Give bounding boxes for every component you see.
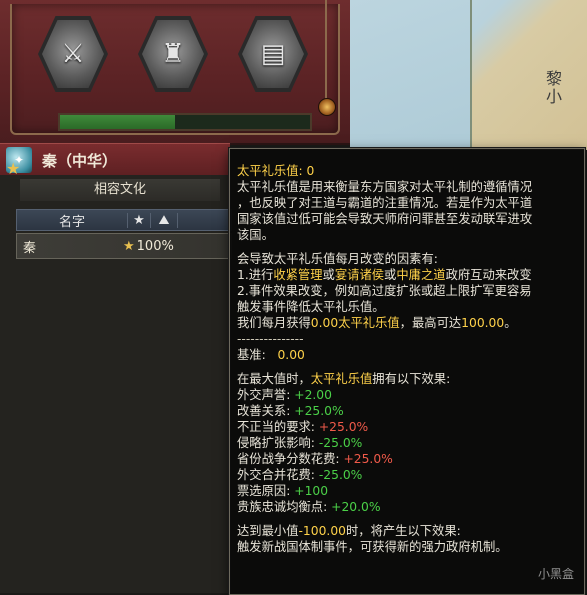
- effect-row: 省份战争分数花费: +25.0%: [237, 452, 393, 466]
- knob-icon[interactable]: [318, 98, 336, 116]
- table-header: 名字 ★ ⛰: [16, 209, 232, 231]
- star-icon: ★: [123, 238, 135, 254]
- factor-1: 1.进行收紧管理或宴请诸侯或中庸之道政府互动来改变: [237, 268, 532, 282]
- tooltip-desc-line: ，也反映了对王道与霸道的注重情况。若是作为太平道: [237, 196, 533, 210]
- star-icon[interactable]: ★: [127, 212, 151, 228]
- progress-fill: [60, 115, 175, 129]
- percent-value: 100%: [136, 238, 174, 254]
- chart-icon[interactable]: ⛰: [151, 212, 178, 228]
- base-value: 基准: 0.00: [237, 348, 305, 362]
- table-row[interactable]: 秦 ★ 100%: [16, 233, 232, 259]
- separator: ---------------: [237, 332, 304, 346]
- world-map[interactable]: 黎小: [350, 0, 587, 150]
- factor-2-line: 2.事件效果改变，例如高过度扩张或超上限扩军更容易: [237, 284, 532, 298]
- culture-title: 相容文化: [20, 179, 220, 201]
- progress-bar: [58, 113, 312, 131]
- min-effect: 触发新战国体制事件，可获得新的强力政府机制。: [237, 540, 508, 554]
- effect-row: 改善关系: +25.0%: [237, 404, 344, 418]
- interaction-tighten: 收紧管理: [273, 268, 323, 282]
- effect-row: 票选原因: +100: [237, 484, 329, 498]
- tooltip-desc-line: 该国。: [237, 228, 274, 242]
- factor-2-line: 触发事件降低太平礼乐值。: [237, 300, 385, 314]
- tooltip-desc-line: 太平礼乐值是用来衡量东方国家对太平礼制的遵循情况: [237, 180, 533, 194]
- min-header: 达到最小值-100.00时，将产生以下效果:: [237, 524, 461, 538]
- watermark: 小黑盒: [537, 567, 574, 581]
- factors-header: 会导致太平礼乐值每月改变的因素有:: [237, 252, 438, 266]
- culture-panel: 相容文化 名字 ★ ⛰ 秦 ★ 100%: [0, 175, 232, 593]
- top-ideas-panel: ⚔ ♜ ▤: [0, 0, 350, 145]
- effect-row: 外交声誉: +2.00: [237, 388, 332, 402]
- map-label: 黎小: [543, 70, 562, 106]
- effect-row: 不正当的要求: +25.0%: [237, 420, 369, 434]
- monthly-change: 我们每月获得0.00太平礼乐值，最高可达100.00。: [237, 316, 517, 330]
- interaction-middle-way: 中庸之道: [396, 268, 446, 282]
- effect-row: 侵略扩张影响: -25.0%: [237, 436, 363, 450]
- tooltip-desc-line: 国家该值过低可能会导致天师府问罪甚至发动联军进攻: [237, 212, 533, 226]
- effect-row: 贵族忠诚均衡点: +20.0%: [237, 500, 381, 514]
- map-sea: [350, 0, 472, 150]
- tooltip-title: 太平礼乐值: 0: [237, 164, 315, 178]
- frame-divider: [325, 0, 327, 100]
- tooltip: 太平礼乐值: 0 太平礼乐值是用来衡量东方国家对太平礼制的遵循情况 ，也反映了对…: [229, 148, 585, 595]
- interaction-feast: 宴请诸侯: [334, 268, 385, 282]
- culture-percent: ★ 100%: [123, 239, 174, 254]
- country-name: 秦（中华）: [42, 151, 118, 170]
- culture-name: 秦: [23, 240, 37, 256]
- max-header: 在最大值时，太平礼乐值拥有以下效果:: [237, 372, 451, 386]
- column-name-header[interactable]: 名字: [17, 211, 127, 230]
- country-header: ✦ 秦（中华）: [0, 143, 230, 177]
- effect-row: 外交合并花费: -25.0%: [237, 468, 363, 482]
